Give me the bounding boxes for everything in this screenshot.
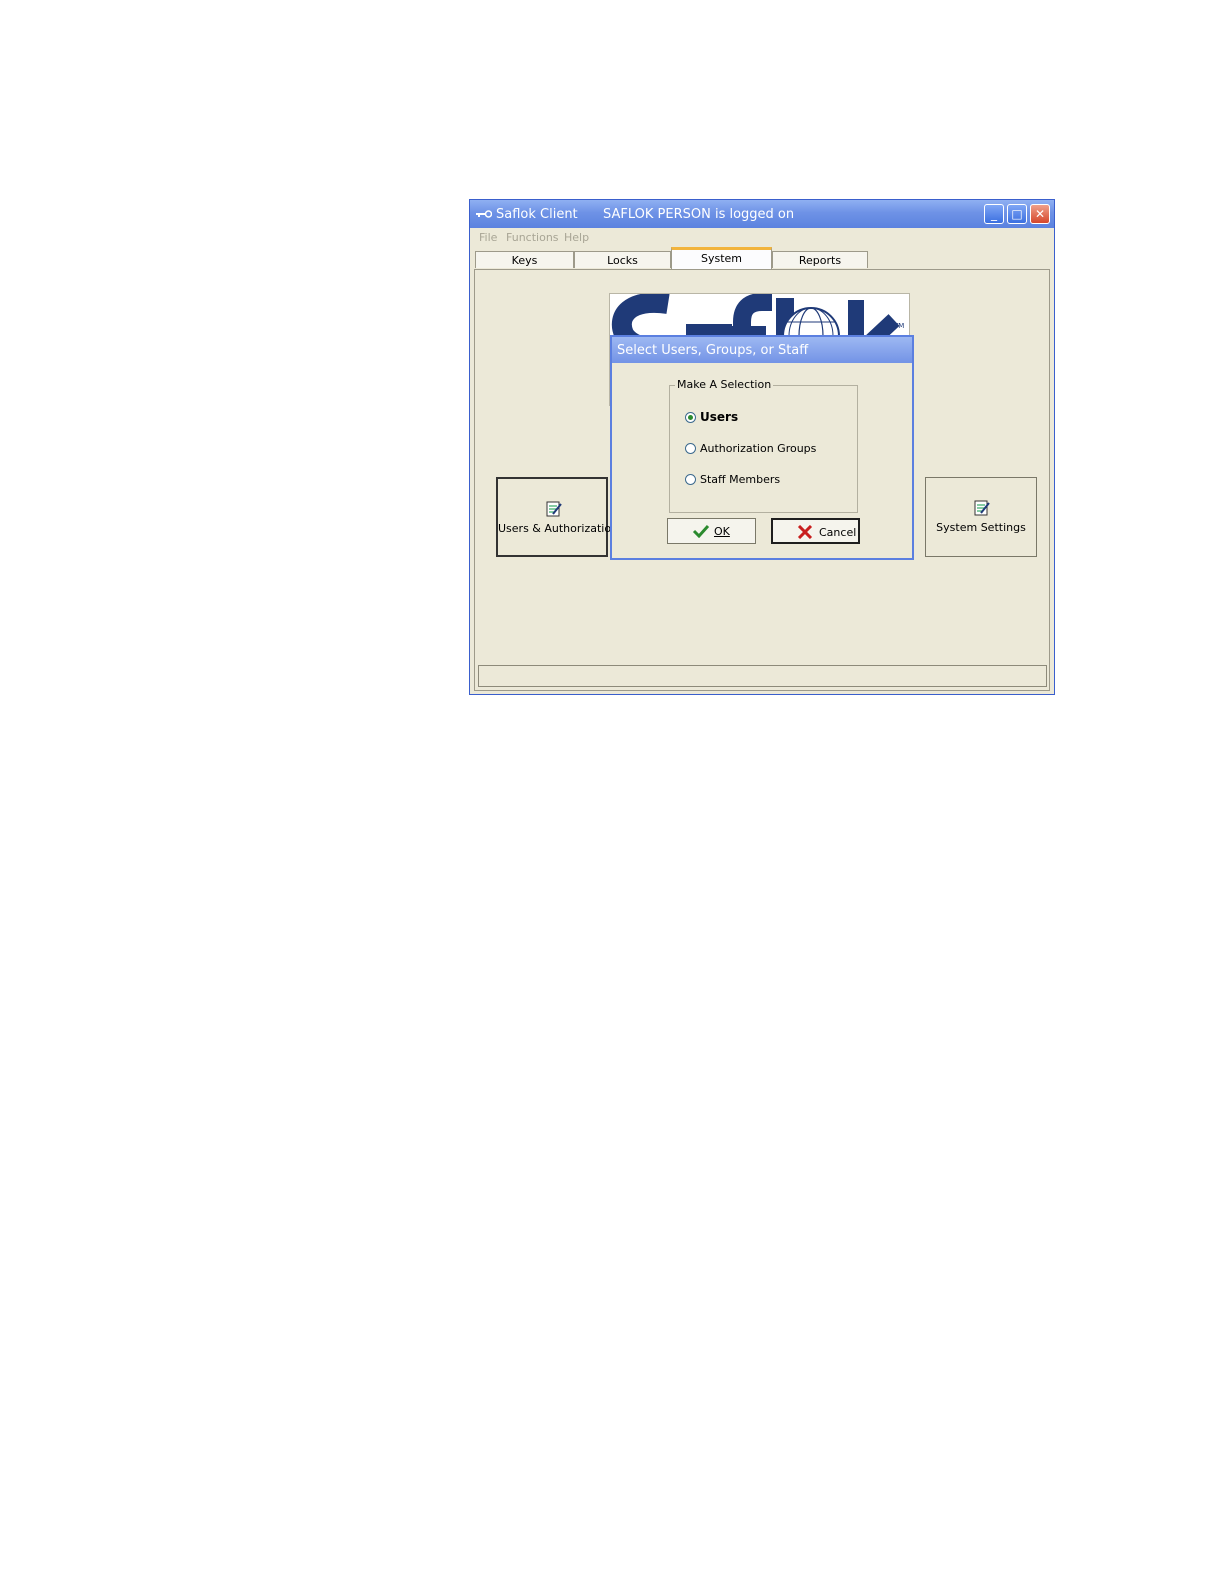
tab-keys[interactable]: Keys xyxy=(475,251,574,268)
edit-document-icon xyxy=(974,500,990,516)
select-users-dialog: Select Users, Groups, or Staff Make A Se… xyxy=(610,335,914,560)
edit-document-icon xyxy=(546,501,562,517)
tab-locks[interactable]: Locks xyxy=(574,251,671,268)
dialog-title: Select Users, Groups, or Staff xyxy=(617,343,809,358)
titlebar[interactable]: Saflok Client SAFLOK PERSON is logged on… xyxy=(470,200,1054,228)
cancel-button[interactable]: Cancel xyxy=(771,518,860,544)
logged-on-status: SAFLOK PERSON is logged on xyxy=(603,207,795,222)
status-bar xyxy=(478,665,1047,687)
dialog-titlebar[interactable]: Select Users, Groups, or Staff xyxy=(612,337,912,363)
system-settings-button[interactable]: System Settings xyxy=(925,477,1037,557)
close-button[interactable]: ✕ xyxy=(1030,204,1050,224)
svg-text:TM: TM xyxy=(893,322,904,330)
option-authorization-groups-label: Authorization Groups xyxy=(700,442,817,455)
users-authorizations-label: Users & Authorizations xyxy=(498,522,624,535)
maximize-button[interactable]: □ xyxy=(1007,204,1027,224)
radio-staff-members[interactable] xyxy=(685,474,696,485)
ok-label: OK xyxy=(714,525,730,538)
group-label: Make A Selection xyxy=(675,378,774,391)
tab-reports[interactable]: Reports xyxy=(772,251,868,268)
make-selection-group: Make A Selection Users Authorization Gro… xyxy=(669,378,858,513)
cancel-label: Cancel xyxy=(819,526,857,539)
system-settings-label: System Settings xyxy=(936,521,1026,534)
ok-button[interactable]: OK xyxy=(667,518,756,544)
tab-system[interactable]: System xyxy=(671,247,772,269)
radio-authorization-groups[interactable] xyxy=(685,443,696,454)
app-title: Saflok Client xyxy=(496,207,578,222)
checkmark-icon xyxy=(692,524,710,538)
x-cross-icon xyxy=(797,525,813,539)
menu-file[interactable]: File xyxy=(479,231,497,244)
minimize-button[interactable]: _ xyxy=(984,204,1004,224)
menu-help[interactable]: Help xyxy=(564,231,589,244)
menu-bar: File Functions Help xyxy=(470,228,1054,246)
option-staff-members-label: Staff Members xyxy=(700,473,781,486)
radio-users[interactable] xyxy=(685,412,696,423)
menu-functions[interactable]: Functions xyxy=(506,231,559,244)
option-users-label: Users xyxy=(700,410,739,424)
users-authorizations-button[interactable]: Users & Authorizations xyxy=(496,477,624,557)
key-icon xyxy=(476,210,492,218)
